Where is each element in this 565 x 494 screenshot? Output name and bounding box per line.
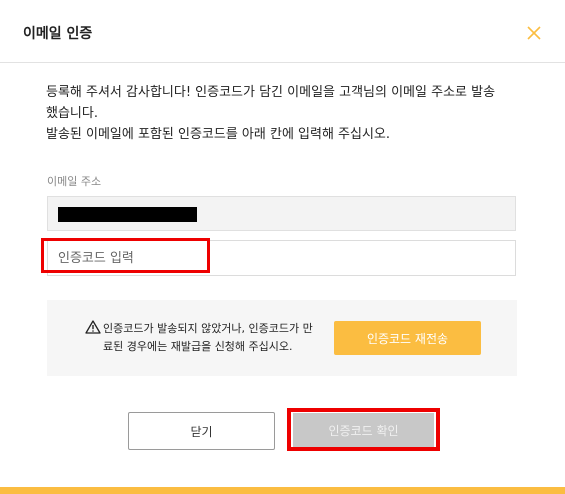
resend-code-button[interactable]: 인증코드 재전송 [334,321,481,355]
dialog-title: 이메일 인증 [23,26,93,42]
message-line-2: 했습니다. [46,106,98,121]
email-redacted-value [58,207,197,222]
email-field [47,196,516,231]
close-button[interactable] [525,24,543,42]
email-label: 이메일 주소 [47,175,102,188]
close-icon [527,26,541,40]
confirm-code-button[interactable]: 인증코드 확인 [293,413,434,447]
verification-code-input[interactable] [58,241,498,275]
message-line-1: 등록해 주셔서 감사합니다! 인증코드가 담긴 이메일을 고객님의 이메일 주소… [46,85,496,100]
bottom-accent-bar [0,487,565,494]
notice-line-1: 인증코드가 발송되지 않았거나, 인증코드가 만 [103,322,313,335]
dialog-header: 이메일 인증 [0,0,565,63]
notice-line-2: 료된 경우에는 재발급을 신청해 주십시오. [103,340,293,353]
message-line-3: 발송된 이메일에 포함된 인증코드를 아래 칸에 입력해 주십시오. [46,127,391,142]
instruction-message: 등록해 주셔서 감사합니다! 인증코드가 담긴 이메일을 고객님의 이메일 주소… [46,82,526,145]
close-dialog-button[interactable]: 닫기 [128,412,275,450]
resend-notice: 인증코드가 발송되지 않았거나, 인증코드가 만 료된 경우에는 재발급을 신청… [47,300,517,376]
notice-text: 인증코드가 발송되지 않았거나, 인증코드가 만 료된 경우에는 재발급을 신청… [103,320,333,356]
warning-icon [85,320,101,334]
code-input-wrapper [47,240,516,276]
